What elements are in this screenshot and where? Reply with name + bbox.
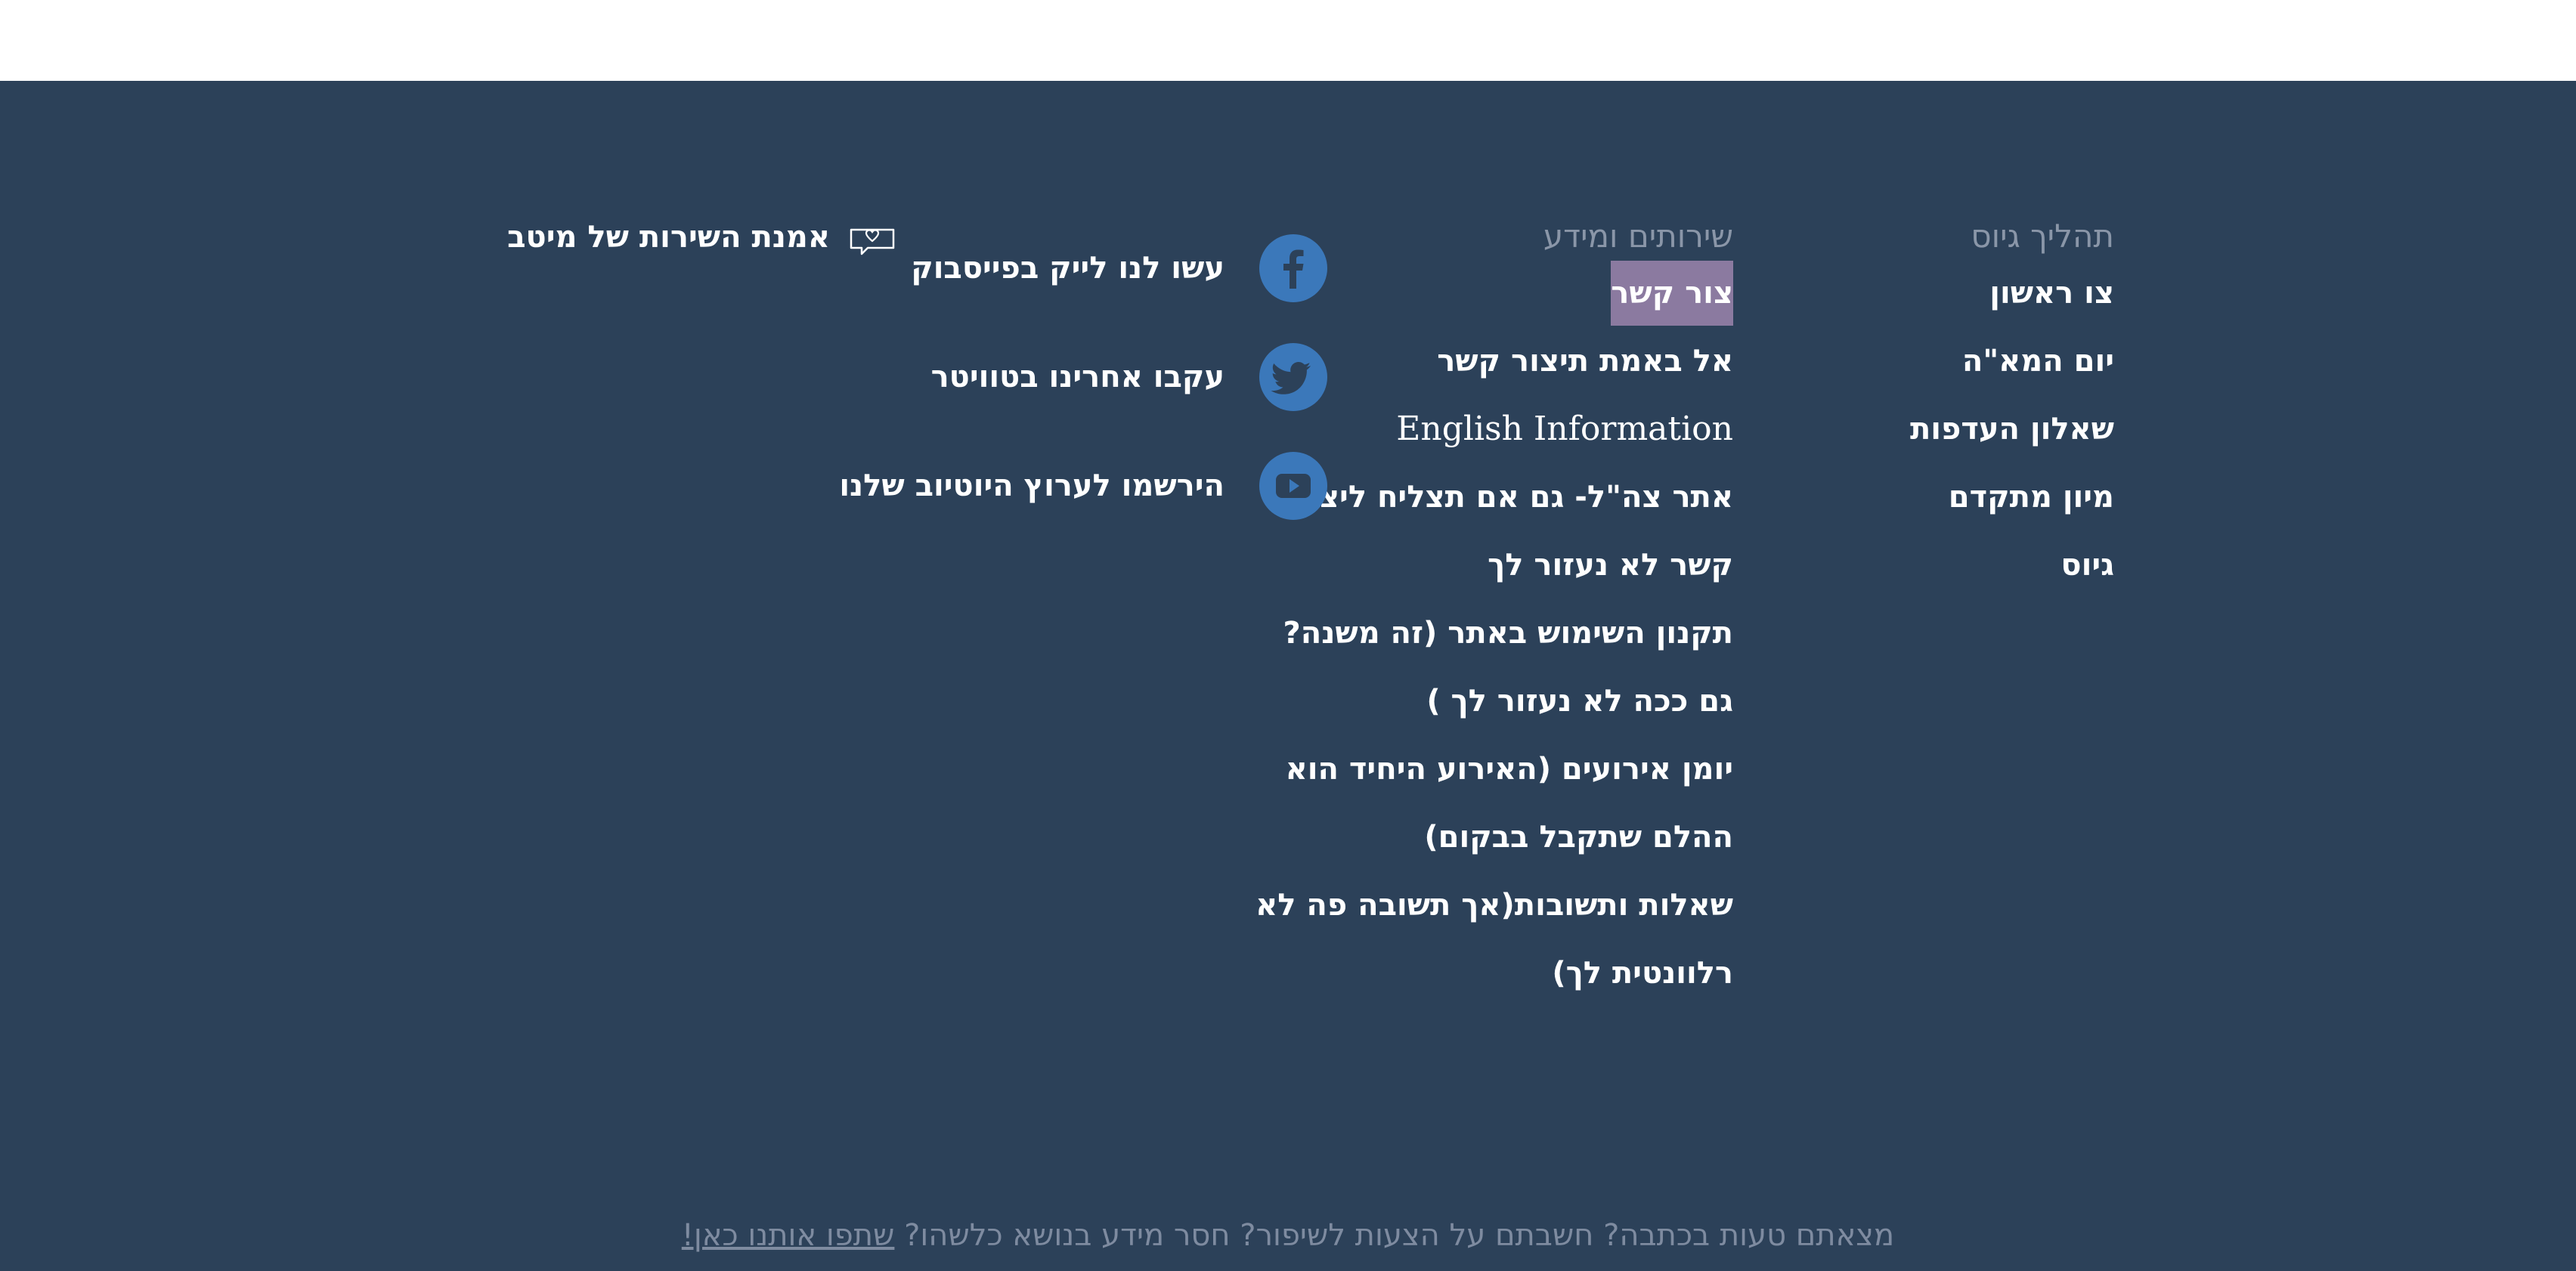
services-link-terms[interactable]: תקנון השימוש באתר (זה משנה?	[1219, 599, 1733, 667]
service-charter-link[interactable]: אמנת השירות של מיטב	[507, 219, 896, 255]
services-link-faq-cont[interactable]: רלוונטית לך)	[1219, 939, 1733, 1007]
twitter-link[interactable]: עקבו אחרינו בטוויטר	[798, 323, 1327, 431]
process-link-advanced-screening[interactable]: מיון מתקדם	[1766, 463, 2114, 531]
facebook-label: עשו לנו לייק בפייסבוק	[911, 251, 1225, 286]
process-link-recruitment[interactable]: גיוס	[1766, 531, 2114, 599]
contact-link-highlight: צור קשר	[1611, 261, 1733, 326]
feedback-line: מצאתם טעות בכתבה? חשבתם על הצעות לשיפור?…	[0, 1218, 2576, 1253]
process-link-preferences[interactable]: שאלון העדפות	[1766, 395, 2114, 463]
youtube-link[interactable]: הירשמו לערוץ היוטיוב שלנו	[798, 431, 1327, 540]
services-link-events-cont[interactable]: ההלם שתקבל בבקום)	[1219, 803, 1733, 871]
chat-heart-icon	[848, 219, 896, 255]
twitter-icon	[1259, 343, 1327, 411]
process-heading: תהליך גיוס	[1971, 218, 2114, 255]
footer-column-process: תהליך גיוס צו ראשון יום המא"ה שאלון העדפ…	[1766, 214, 2114, 599]
services-link-idf-site-cont[interactable]: קשר לא נעזור לך	[1219, 531, 1733, 599]
process-link-first-order[interactable]: צו ראשון	[1766, 259, 2114, 327]
facebook-icon	[1259, 234, 1327, 302]
process-link-maa-day[interactable]: יום המא"ה	[1766, 327, 2114, 395]
feedback-share-link[interactable]: שתפו אותנו כאן!	[682, 1218, 895, 1253]
service-charter-label: אמנת השירות של מיטב	[507, 220, 830, 255]
social-links: עשו לנו לייק בפייסבוק עקבו אחרינו בטוויט…	[798, 214, 1327, 540]
services-link-events[interactable]: יומן אירועים (האירוע היחיד הוא	[1219, 735, 1733, 803]
services-link-faq[interactable]: שאלות ותשובות(אך תשובה פה לא	[1219, 871, 1733, 939]
youtube-icon	[1259, 452, 1327, 520]
twitter-label: עקבו אחרינו בטוויטר	[930, 360, 1225, 394]
services-link-terms-cont[interactable]: גם ככה לא נעזור לך )	[1219, 667, 1733, 735]
youtube-label: הירשמו לערוץ היוטיוב שלנו	[839, 469, 1225, 503]
feedback-text: מצאתם טעות בכתבה? חשבתם על הצעות לשיפור?…	[904, 1218, 1895, 1253]
top-white-bar	[0, 0, 2576, 81]
